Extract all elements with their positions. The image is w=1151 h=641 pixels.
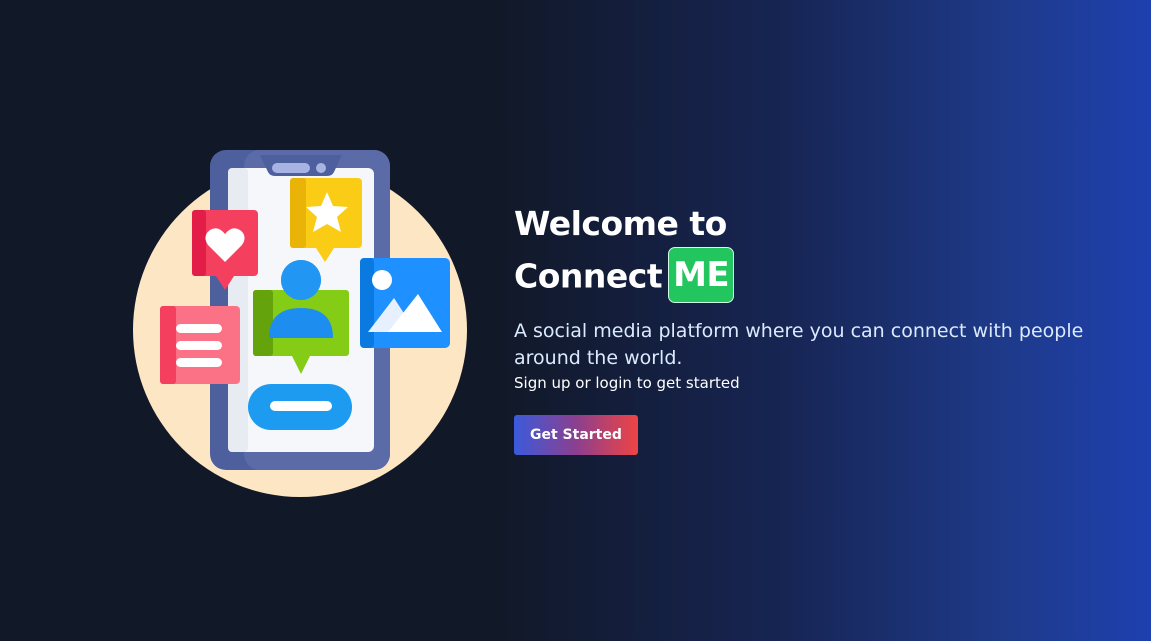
hero-section: Welcome to Connect ME A social media plat… (514, 198, 1134, 455)
brand-name: Connect (514, 256, 663, 296)
hero-subtext: Sign up or login to get started (514, 374, 740, 392)
hero-pane: Welcome to Connect ME A social media plat… (491, 0, 1151, 641)
message-bar-icon (248, 384, 352, 430)
hero-description: A social media platform where you can co… (514, 320, 1084, 369)
get-started-button[interactable]: Get Started (514, 415, 638, 455)
title-line-brand: Connect ME (514, 247, 1134, 306)
brand-badge: ME (668, 247, 735, 303)
page-title: Welcome to Connect ME (514, 198, 1134, 306)
landing-page: Welcome to Connect ME A social media plat… (0, 0, 1151, 641)
image-icon (360, 258, 450, 348)
illustration-pane (0, 0, 491, 641)
title-line-welcome: Welcome to (514, 204, 727, 243)
text-lines-icon (160, 306, 240, 384)
social-media-illustration (133, 150, 467, 497)
